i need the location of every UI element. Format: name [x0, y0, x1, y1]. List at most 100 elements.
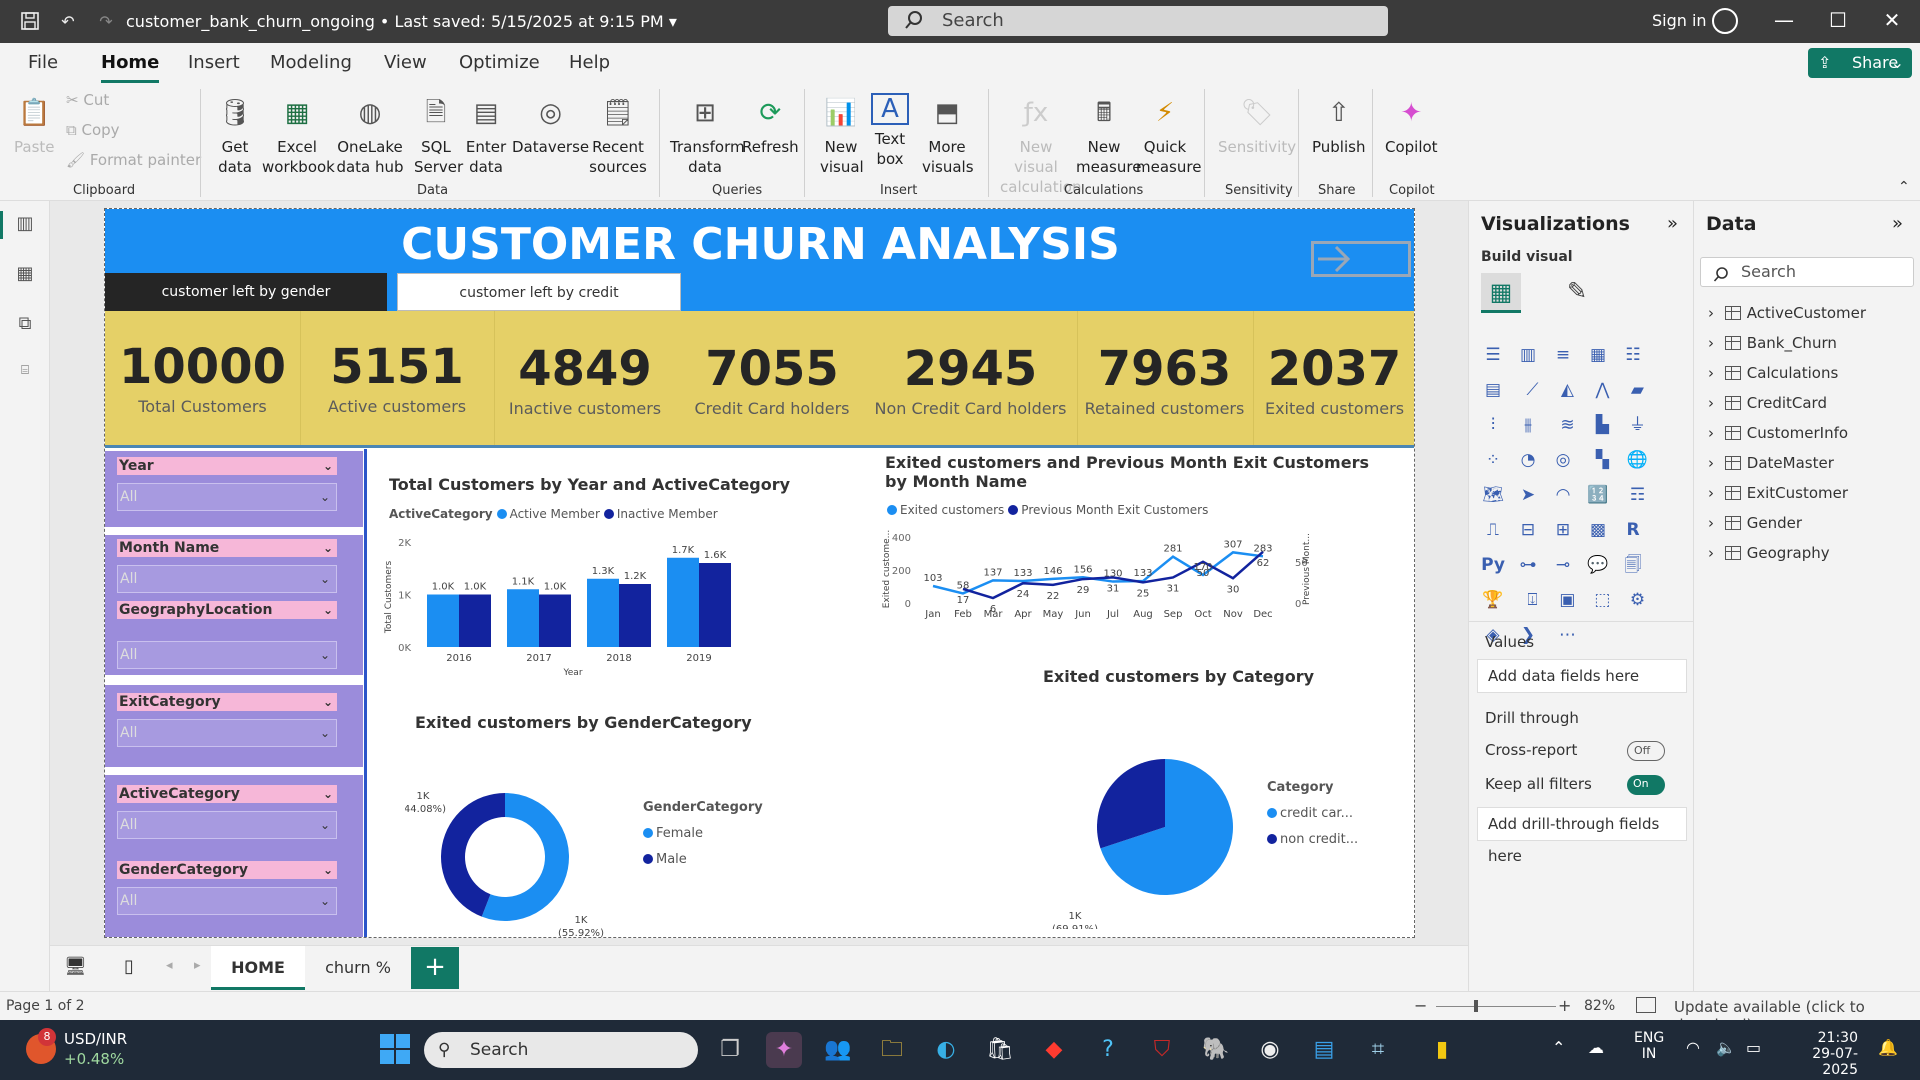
- battery-icon[interactable]: ▭: [1746, 1038, 1761, 1057]
- menu-home[interactable]: Home: [101, 52, 160, 83]
- metrics-icon[interactable]: 🏆: [1481, 588, 1505, 612]
- mobile-layout-icon[interactable]: ▯: [124, 956, 134, 977]
- report-view-icon[interactable]: ▥: [13, 213, 37, 237]
- table-item[interactable]: › Bank_Churn: [1708, 334, 1837, 352]
- task-view-icon[interactable]: ❐: [712, 1032, 748, 1068]
- cut-button[interactable]: ✂ Cut: [66, 91, 109, 109]
- document-title[interactable]: customer_bank_churn_ongoing • Last saved…: [126, 12, 677, 31]
- waterfall-chart-icon[interactable]: ▙: [1590, 413, 1614, 437]
- text-box-button[interactable]: A Text box: [870, 93, 910, 169]
- table-view-icon[interactable]: ▦: [13, 263, 37, 287]
- month-name-dropdown[interactable]: All ⌄: [117, 565, 337, 593]
- menu-modeling[interactable]: Modeling: [270, 52, 352, 73]
- more-visuals-button[interactable]: ⬒ More visuals: [922, 93, 974, 177]
- maximize-icon[interactable]: ☐: [1818, 8, 1858, 32]
- pie-chart[interactable]: 1K(69.91%)1K(30.09%): [1045, 719, 1305, 929]
- decomposition-tree-icon[interactable]: ⊸: [1551, 553, 1575, 577]
- ribbon-chart-icon[interactable]: ≋: [1555, 413, 1579, 437]
- build-visual-table-icon[interactable]: ▦: [1481, 273, 1521, 313]
- file-explorer-icon[interactable]: 🗀: [874, 1032, 910, 1068]
- red-diamond-app-icon[interactable]: ◆: [1036, 1032, 1072, 1068]
- zoom-in-icon[interactable]: +: [1558, 996, 1571, 1015]
- geography-location-dropdown[interactable]: All ⌄: [117, 641, 337, 669]
- chevron-down-icon[interactable]: ⌄: [323, 693, 333, 711]
- azure-map-icon[interactable]: ➤: [1516, 483, 1540, 507]
- legend-item[interactable]: Exited customers: [900, 503, 1004, 517]
- table-item[interactable]: › DateMaster: [1708, 454, 1834, 472]
- cross-report-toggle[interactable]: Off: [1627, 741, 1665, 761]
- area-chart-icon[interactable]: ◭: [1555, 378, 1579, 402]
- data-search-input[interactable]: Search: [1700, 257, 1914, 287]
- gender-category-dropdown[interactable]: All ⌄: [117, 887, 337, 915]
- enter-data-button[interactable]: ▤ Enter data: [465, 93, 507, 177]
- slicer-icon[interactable]: ⊟: [1516, 518, 1540, 542]
- table-icon[interactable]: ⊞: [1551, 518, 1575, 542]
- table-item[interactable]: › ActiveCustomer: [1708, 304, 1866, 322]
- get-data-button[interactable]: 🛢 Get data: [210, 93, 260, 177]
- tab-home[interactable]: HOME: [211, 946, 305, 990]
- clustered-bar-chart-icon[interactable]: ≡: [1551, 343, 1575, 367]
- store-icon[interactable]: 🛍: [982, 1032, 1018, 1068]
- taskbar-search[interactable]: ⚲ Search: [424, 1032, 698, 1068]
- publish-button[interactable]: ⇧ Publish: [1312, 93, 1365, 157]
- power-automate-icon[interactable]: ⬚: [1590, 588, 1614, 612]
- new-visual-calculation-button[interactable]: ƒx New visual calculation: [1000, 93, 1081, 197]
- stacked-bar-chart-icon[interactable]: ☰: [1481, 343, 1505, 367]
- legend-item[interactable]: Male: [656, 852, 687, 867]
- navigate-arrow-button[interactable]: [1311, 241, 1411, 277]
- menu-help[interactable]: Help: [569, 52, 610, 73]
- pie-chart-icon[interactable]: ◔: [1516, 448, 1540, 472]
- excel-workbook-button[interactable]: ▦ Excel workbook: [262, 93, 335, 177]
- volume-icon[interactable]: 🔈: [1716, 1038, 1736, 1057]
- chevron-down-icon[interactable]: ▾: [669, 12, 677, 31]
- paginated-report-icon[interactable]: 🗐: [1621, 553, 1645, 577]
- table-item[interactable]: › Geography: [1708, 544, 1830, 562]
- teams-icon[interactable]: 👥: [820, 1032, 856, 1068]
- funnel-chart-icon[interactable]: ⏚: [1625, 413, 1649, 437]
- table-item[interactable]: › CustomerInfo: [1708, 424, 1848, 442]
- recent-sources-button[interactable]: 🗒 Recent sources: [586, 93, 650, 177]
- table-item[interactable]: › CreditCard: [1708, 394, 1827, 412]
- refresh-button[interactable]: ⟳ Refresh: [742, 93, 799, 157]
- 100-column-chart-icon[interactable]: ▤: [1481, 378, 1505, 402]
- collapse-ribbon-icon[interactable]: ⌃: [1898, 179, 1910, 195]
- show-hidden-icons-icon[interactable]: ⌃: [1552, 1038, 1565, 1057]
- desktop-layout-icon[interactable]: 🖥: [64, 956, 87, 977]
- clock[interactable]: 21:30 29-07-2025: [1786, 1030, 1858, 1078]
- windows-start-icon[interactable]: [380, 1034, 410, 1064]
- save-icon[interactable]: [18, 9, 42, 33]
- qa-icon[interactable]: 💬: [1586, 553, 1610, 577]
- values-drop-field[interactable]: Add data fields here: [1477, 659, 1687, 693]
- previous-page-icon[interactable]: ◂: [166, 958, 173, 973]
- undo-icon[interactable]: ↶: [56, 9, 80, 33]
- onelake-button[interactable]: ◍ OneLake data hub: [333, 93, 407, 177]
- copilot-app-icon[interactable]: ✦: [766, 1032, 802, 1068]
- filled-map-icon[interactable]: 🗺: [1481, 483, 1505, 507]
- wifi-icon[interactable]: ◠: [1686, 1038, 1700, 1057]
- edge-icon[interactable]: ◐: [928, 1032, 964, 1068]
- customer-left-by-gender-button[interactable]: customer left by gender: [105, 273, 387, 311]
- dataverse-button[interactable]: ◎ Dataverse: [512, 93, 589, 157]
- collapse-pane-icon[interactable]: »: [1892, 213, 1903, 234]
- tab-churn-percent[interactable]: churn %: [308, 946, 408, 990]
- chevron-down-icon[interactable]: ⌄: [323, 861, 333, 879]
- scatter-chart-icon[interactable]: ⁘: [1481, 448, 1505, 472]
- chevron-down-icon[interactable]: ⌄: [323, 457, 333, 475]
- new-measure-button[interactable]: 🖩 New measure: [1076, 93, 1141, 177]
- line-chart[interactable]: 0 200 400 0 50 Exited custome... Previous Mont…: [881, 525, 1401, 635]
- mcafee-icon[interactable]: ⛉: [1144, 1032, 1180, 1068]
- model-view-icon[interactable]: ⧉: [13, 313, 37, 337]
- power-bi-icon[interactable]: ▮: [1424, 1032, 1460, 1068]
- paste-button[interactable]: 📋 Paste: [14, 93, 55, 157]
- database-app-icon[interactable]: 🐘: [1198, 1032, 1234, 1068]
- minimize-icon[interactable]: —: [1764, 8, 1804, 32]
- zoom-out-icon[interactable]: −: [1414, 996, 1427, 1015]
- copy-button[interactable]: ⧉ Copy: [66, 121, 120, 139]
- python-visual-icon[interactable]: Py: [1481, 553, 1505, 577]
- legend-item[interactable]: credit car...: [1280, 806, 1353, 821]
- new-visual-button[interactable]: 📊 New visual: [820, 93, 864, 177]
- help-app-icon[interactable]: ?: [1090, 1032, 1126, 1068]
- language-indicator[interactable]: ENG IN: [1634, 1030, 1664, 1062]
- sql-server-button[interactable]: 🗎 SQL Server: [414, 93, 463, 177]
- chevron-down-icon[interactable]: ⌄: [323, 785, 333, 803]
